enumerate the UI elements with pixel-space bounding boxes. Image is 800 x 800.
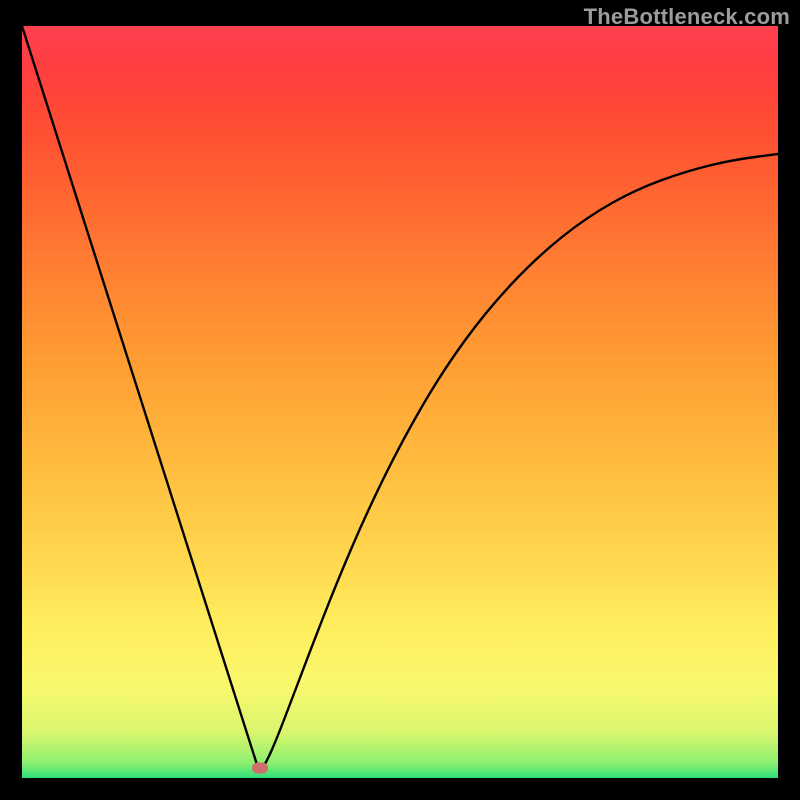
curve-path [22, 26, 778, 773]
chart-frame: TheBottleneck.com [0, 0, 800, 800]
bottleneck-curve [22, 26, 778, 778]
watermark-text: TheBottleneck.com [584, 4, 790, 30]
optimum-marker [252, 763, 268, 774]
